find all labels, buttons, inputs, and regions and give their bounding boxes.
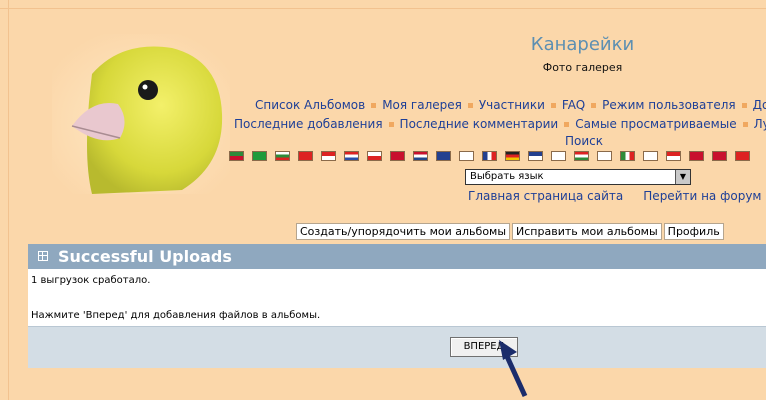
nav-my-gallery[interactable]: Моя галерея [382,98,462,112]
frame-border-top [0,8,766,9]
flag-icon[interactable] [321,151,336,161]
nav-bullet-icon [371,102,377,108]
flag-icon[interactable] [712,151,727,161]
panel-footer: ВПЕРЕД [28,326,766,368]
flag-icon[interactable] [689,151,704,161]
tab-profile[interactable]: Профиль [663,223,724,240]
frame-border-left [8,0,9,400]
flag-icon[interactable] [275,151,290,161]
flag-icon[interactable] [735,151,750,161]
flag-icon[interactable] [436,151,451,161]
main-nav-row2: Последние добавления Последние комментари… [234,117,766,131]
chevron-down-icon[interactable]: ▼ [675,170,690,184]
nav-faq[interactable]: FAQ [562,98,585,112]
nav-bullet-icon [550,102,556,108]
flag-icon[interactable] [298,151,313,161]
nav-most-viewed[interactable]: Самые просматриваемые [575,117,736,131]
site-subtitle: Фото галерея [542,61,623,74]
main-nav-row1: Список Альбомов Моя галерея Участники FAQ Ре… [255,98,766,112]
flag-icon[interactable] [413,151,428,161]
upload-result-panel: Successful Uploads 1 выгрузок сработало.… [28,244,766,368]
nav-top-rated[interactable]: Лучшие [754,117,766,131]
nav-members[interactable]: Участники [479,98,545,112]
nav-bullet-icon [741,102,747,108]
flag-icon[interactable] [252,151,267,161]
tab-edit-albums[interactable]: Исправить мои альбомы [512,223,662,240]
flag-icon[interactable] [620,151,635,161]
flag-icon[interactable] [666,151,681,161]
language-select-value: Выбрать язык [470,171,544,182]
forum-link[interactable]: Перейти на форум [643,189,761,203]
flag-icon[interactable] [528,151,543,161]
nav-bullet-icon [564,121,570,127]
user-tabs: Создать/упорядочить мои альбомы Исправить… [296,223,726,240]
flag-icon[interactable] [367,151,382,161]
nav-bullet-icon [742,121,748,127]
site-title: Канарейки [530,34,635,55]
flag-icon[interactable] [505,151,520,161]
pointer-arrow-icon [499,340,528,398]
nav-album-list[interactable]: Список Альбомов [255,98,365,112]
flag-icon[interactable] [229,151,244,161]
flag-icon[interactable] [390,151,405,161]
canary-logo [52,34,230,194]
nav-add[interactable]: Добави [753,98,766,112]
nav-last-comments[interactable]: Последние комментарии [400,117,559,131]
home-link[interactable]: Главная страница сайта [468,189,623,203]
language-select[interactable]: Выбрать язык ▼ [465,169,691,185]
panel-header: Successful Uploads [28,244,766,269]
nav-bullet-icon [591,102,597,108]
site-links: Главная страница сайта Перейти на форум [468,189,761,203]
upload-hint-message: Нажмите 'Вперед' для добавления файлов в… [31,310,321,321]
flag-icon[interactable] [482,151,497,161]
flag-icon[interactable] [344,151,359,161]
flag-icon[interactable] [597,151,612,161]
language-flags [229,151,758,170]
nav-search[interactable]: Поиск [565,134,603,148]
nav-user-mode[interactable]: Режим пользователя [602,98,735,112]
nav-bullet-icon [388,121,394,127]
panel-title: Successful Uploads [58,247,232,266]
expand-icon [38,251,48,261]
flag-icon[interactable] [551,151,566,161]
nav-bullet-icon [467,102,473,108]
flag-icon[interactable] [459,151,474,161]
tab-manage-albums[interactable]: Создать/упорядочить мои альбомы [296,223,511,240]
flag-icon[interactable] [574,151,589,161]
upload-count-message: 1 выгрузок сработало. [31,275,151,286]
flag-icon[interactable] [643,151,658,161]
nav-last-uploads[interactable]: Последние добавления [234,117,383,131]
gallery-page: Канарейки Фото галерея Список Альбомов Мо… [0,0,766,400]
